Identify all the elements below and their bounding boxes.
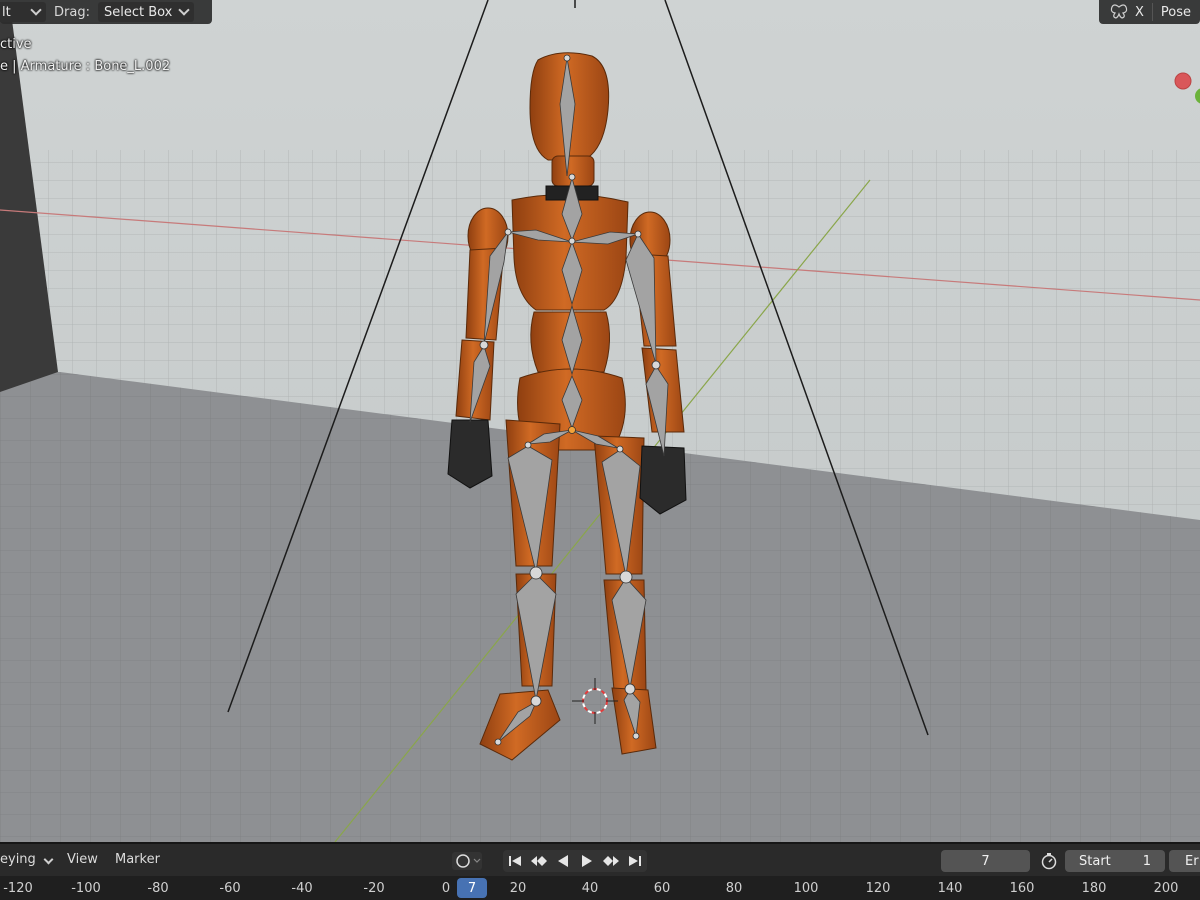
previous-keyframe-icon[interactable] — [528, 851, 550, 871]
timeline-header: eying View Marker 7 Start 1 Er — [0, 842, 1200, 876]
select-box-label: Select Box — [103, 4, 173, 20]
viewport-header-right: X Pose — [1099, 0, 1200, 24]
ruler-tick-label: -60 — [219, 881, 241, 896]
mirror-butterfly-icon[interactable] — [1107, 2, 1131, 22]
ruler-tick-label: 20 — [509, 881, 527, 896]
start-frame-field[interactable]: Start 1 — [1065, 850, 1165, 872]
end-label: Er — [1185, 853, 1199, 869]
keying-label: eying — [0, 852, 36, 867]
current-frame-value: 7 — [981, 853, 990, 869]
active-joint-marker — [568, 426, 576, 434]
playhead-frame-label: 7 — [467, 880, 477, 896]
select-box-dropdown[interactable]: Select Box — [97, 2, 194, 22]
ruler-tick-label: 200 — [1153, 881, 1179, 896]
drag-label: Drag: — [54, 4, 90, 20]
ruler-tick-label: 60 — [653, 881, 671, 896]
ruler-tick-label: 180 — [1081, 881, 1107, 896]
start-label: Start — [1079, 853, 1111, 869]
end-frame-field[interactable]: Er — [1169, 850, 1200, 872]
play-reverse-icon[interactable] — [552, 851, 574, 871]
next-keyframe-icon[interactable] — [600, 851, 622, 871]
chevron-down-icon — [178, 4, 190, 16]
start-value: 1 — [1142, 853, 1151, 869]
marker-menu[interactable]: Marker — [115, 852, 160, 867]
ruler-tick-label: 0 — [441, 881, 451, 896]
ruler-tick-label: 80 — [725, 881, 743, 896]
viewport-mode-text: ctive — [0, 37, 32, 52]
viewport-header-left: lt Drag: Select Box — [0, 0, 212, 24]
mirror-x-toggle[interactable]: X — [1135, 5, 1144, 20]
viewport-selection-text: e | Armature : Bone_L.002 — [0, 59, 171, 74]
scene-canvas[interactable] — [0, 0, 1200, 842]
stopwatch-icon[interactable] — [1037, 851, 1061, 871]
view-menu[interactable]: View — [67, 852, 98, 867]
header-divider — [1151, 3, 1153, 21]
keying-menu[interactable]: eying — [0, 852, 54, 867]
ruler-tick-label: -20 — [363, 881, 385, 896]
ruler-tick-label: 140 — [937, 881, 963, 896]
3d-viewport[interactable]: lt Drag: Select Box X Pose ctive e | Arm… — [0, 0, 1200, 842]
jump-to-end-icon[interactable] — [624, 851, 646, 871]
ruler-tick-label: 100 — [793, 881, 819, 896]
chevron-down-icon — [43, 854, 54, 865]
timeline-ruler[interactable]: -120 -100 -80 -60 -40 -20 0 20 40 60 80 100 120 140 16… — [0, 876, 1200, 900]
current-frame-field[interactable]: 7 — [941, 850, 1030, 872]
mode-dropdown[interactable]: lt — [0, 2, 46, 22]
play-icon[interactable] — [576, 851, 598, 871]
hand-right — [639, 445, 687, 515]
ruler-tick-label: -120 — [3, 881, 33, 896]
auto-keying-toggle[interactable] — [449, 851, 485, 871]
chevron-down-icon — [30, 4, 42, 16]
gizmo-x-axis — [1174, 72, 1192, 90]
ruler-tick-label: -100 — [71, 881, 101, 896]
ruler-tick-label: 120 — [865, 881, 891, 896]
ruler-tick-label: -40 — [291, 881, 313, 896]
jump-to-start-icon[interactable] — [504, 851, 526, 871]
playhead-frame-indicator[interactable]: 7 — [457, 878, 487, 898]
mode-dropdown-label: lt — [2, 4, 11, 20]
ruler-tick-label: 160 — [1009, 881, 1035, 896]
record-circle-icon — [452, 852, 482, 870]
pose-menu[interactable]: Pose — [1161, 5, 1191, 20]
ruler-tick-label: 40 — [581, 881, 599, 896]
ruler-tick-label: -80 — [147, 881, 169, 896]
hand-left — [447, 419, 493, 489]
